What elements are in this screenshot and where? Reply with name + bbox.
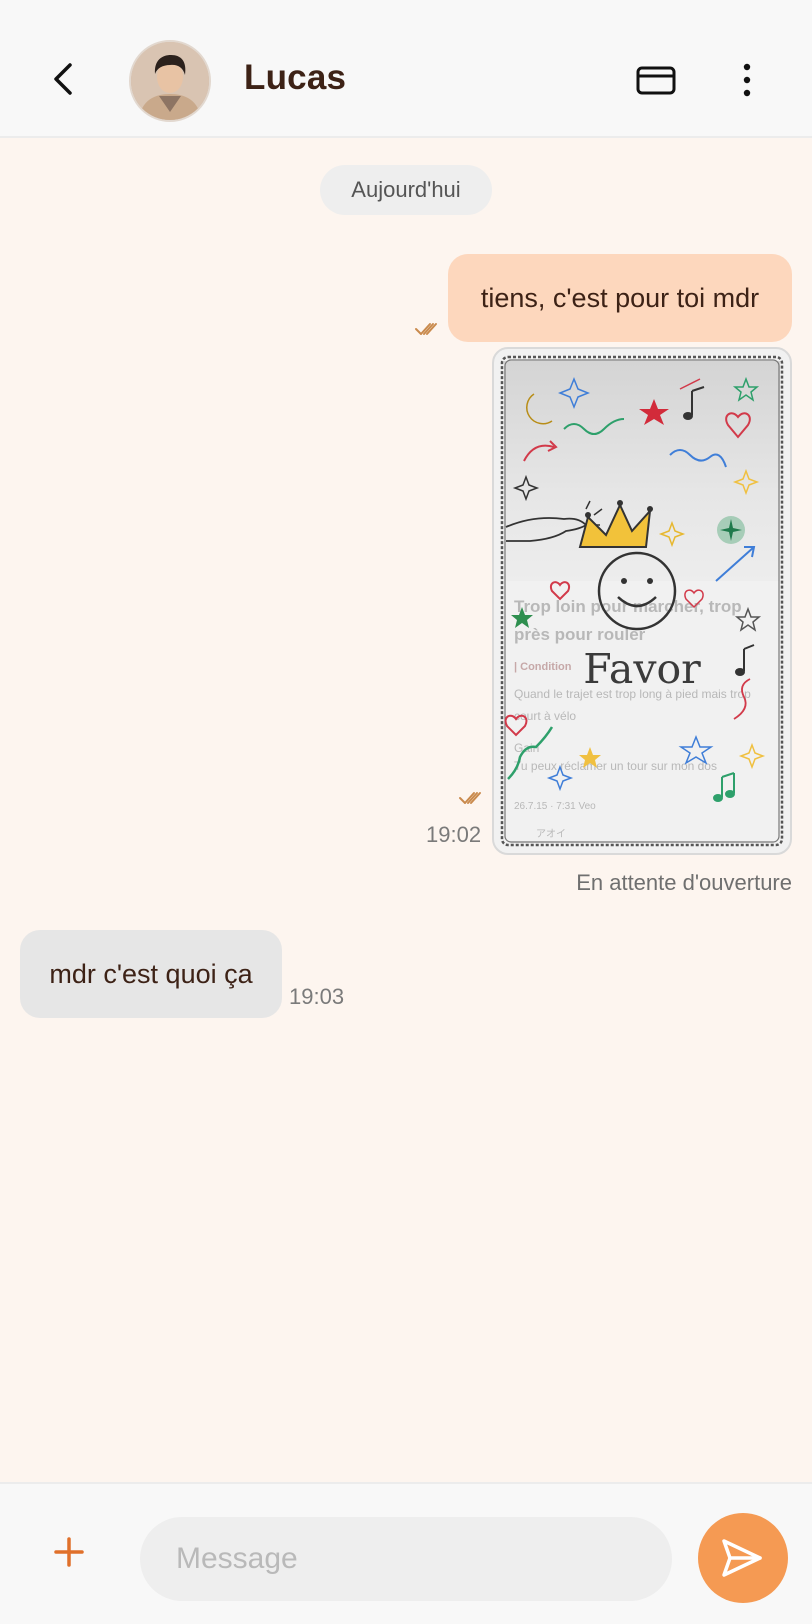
- card-overlay-title: Favor: [583, 645, 701, 693]
- favor-card-message[interactable]: Trop loin pour marcher, trop près pour r…: [492, 347, 792, 855]
- add-attachment-button[interactable]: [52, 1535, 86, 1569]
- avatar-portrait: [131, 42, 209, 120]
- delivery-status-text: En attente d'ouverture: [576, 870, 792, 895]
- chat-header: Lucas: [0, 0, 812, 138]
- date-separator: Aujourd'hui: [320, 165, 492, 215]
- send-button[interactable]: [698, 1513, 788, 1603]
- double-check-icon: [415, 323, 437, 335]
- more-vertical-icon: [743, 63, 751, 97]
- message-time: 19:02: [426, 822, 482, 847]
- message-composer: [0, 1482, 812, 1624]
- send-icon: [722, 1539, 762, 1577]
- chat-screen: Lucas Aujourd'hui tiens, c'est pour toi …: [0, 0, 812, 1624]
- card-icon: [636, 66, 676, 95]
- plus-icon: [54, 1537, 84, 1567]
- card-doodles: [500, 355, 784, 847]
- message-input[interactable]: [140, 1517, 672, 1601]
- message-time: 19:03: [289, 984, 345, 1009]
- back-button[interactable]: [44, 55, 84, 103]
- more-options-button[interactable]: [730, 58, 764, 102]
- incoming-message-bubble[interactable]: mdr c'est quoi ça: [20, 930, 282, 1018]
- chevron-left-icon: [54, 63, 72, 95]
- double-check-icon: [459, 792, 481, 804]
- card-button[interactable]: [634, 60, 678, 100]
- contact-name[interactable]: Lucas: [244, 58, 346, 98]
- avatar[interactable]: [129, 40, 211, 122]
- outgoing-message-bubble[interactable]: tiens, c'est pour toi mdr: [448, 254, 792, 342]
